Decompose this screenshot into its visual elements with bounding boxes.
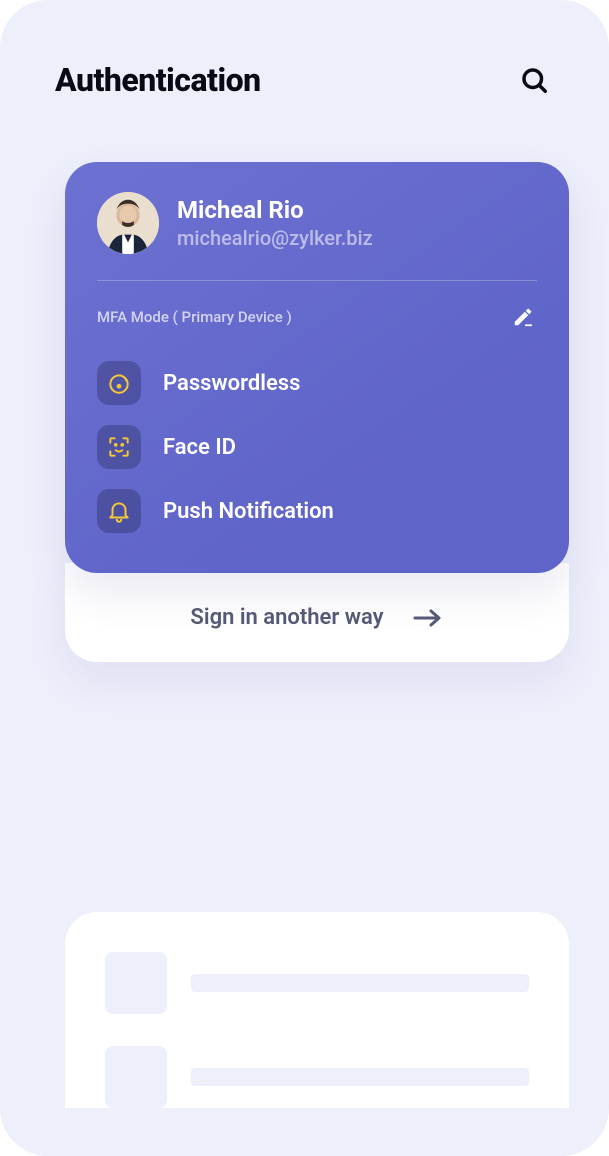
- user-email: michealrio@zylker.biz: [177, 226, 537, 250]
- signin-other-label: Sign in another way: [190, 605, 383, 630]
- mfa-mode-label-text: Push Notification: [163, 499, 334, 524]
- signin-other-bar[interactable]: Sign in another way: [65, 563, 569, 662]
- passwordless-icon: [97, 361, 141, 405]
- mfa-mode-push[interactable]: Push Notification: [97, 479, 537, 543]
- page-title: Authentication: [55, 61, 261, 99]
- user-name: Micheal Rio: [177, 196, 537, 224]
- placeholder-row: [105, 952, 529, 1014]
- search-icon: [519, 65, 549, 95]
- edit-button[interactable]: [509, 303, 537, 331]
- mfa-mode-faceid[interactable]: Face ID: [97, 415, 537, 479]
- user-row: Micheal Rio michealrio@zylker.biz: [97, 192, 537, 254]
- phone-frame: Authentication: [0, 0, 609, 1156]
- placeholder-line: [191, 1068, 529, 1086]
- avatar: [97, 192, 159, 254]
- edit-icon: [512, 306, 534, 328]
- mfa-mode-label-text: Passwordless: [163, 371, 300, 396]
- arrow-right-icon: [412, 606, 444, 630]
- search-button[interactable]: [514, 60, 554, 100]
- mfa-mode-label-text: Face ID: [163, 435, 236, 460]
- mfa-mode-passwordless[interactable]: Passwordless: [97, 351, 537, 415]
- divider: [97, 280, 537, 281]
- user-info: Micheal Rio michealrio@zylker.biz: [177, 196, 537, 250]
- header: Authentication: [0, 0, 609, 100]
- faceid-icon: [97, 425, 141, 469]
- placeholder-row: [105, 1046, 529, 1108]
- signin-other-arrow: [412, 606, 444, 630]
- push-notification-icon: [97, 489, 141, 533]
- mfa-header-row: MFA Mode ( Primary Device ): [97, 303, 537, 331]
- placeholder-avatar: [105, 952, 167, 1014]
- placeholder-avatar: [105, 1046, 167, 1108]
- placeholder-card: [65, 912, 569, 1108]
- placeholder-line: [191, 974, 529, 992]
- mfa-mode-label: MFA Mode ( Primary Device ): [97, 308, 292, 326]
- mfa-card: Micheal Rio michealrio@zylker.biz MFA Mo…: [65, 162, 569, 573]
- mfa-card-stack: Micheal Rio michealrio@zylker.biz MFA Mo…: [65, 162, 569, 662]
